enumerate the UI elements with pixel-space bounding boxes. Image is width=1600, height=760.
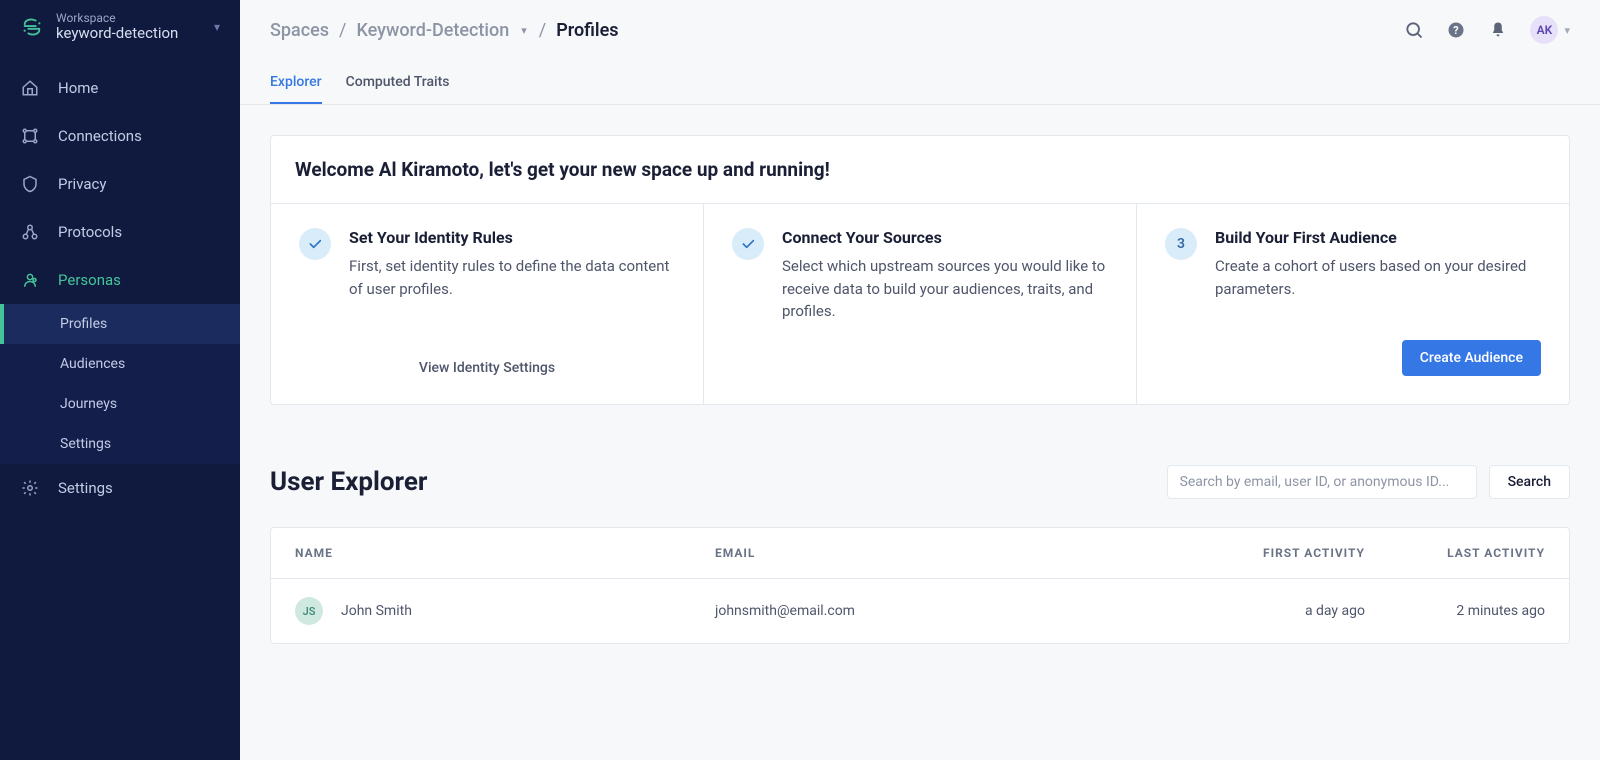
tab-explorer[interactable]: Explorer	[270, 66, 322, 104]
protocols-icon	[20, 222, 40, 242]
workspace-text: Workspace keyword-detection	[56, 12, 202, 42]
header-actions: ? AK ▾	[1404, 16, 1570, 44]
col-header-name: NAME	[295, 546, 715, 560]
sidebar-item-label: Home	[58, 79, 98, 97]
breadcrumb-sep: /	[339, 20, 346, 41]
chevron-down-icon: ▾	[1564, 24, 1570, 37]
breadcrumb-spaces[interactable]: Spaces	[270, 20, 329, 41]
col-header-email: EMAIL	[715, 546, 1185, 560]
last-activity: 2 minutes ago	[1365, 603, 1545, 619]
search-icon[interactable]	[1404, 20, 1424, 40]
sidebar-item-connections[interactable]: Connections	[0, 112, 240, 160]
main: Spaces / Keyword-Detection ▾ / Profiles …	[240, 0, 1600, 760]
search-button[interactable]: Search	[1489, 465, 1570, 499]
search-row: Search	[1167, 465, 1570, 499]
segment-logo-icon	[20, 15, 44, 39]
first-activity: a day ago	[1185, 603, 1365, 619]
sidebar-item-settings[interactable]: Settings	[0, 464, 240, 512]
step-title: Set Your Identity Rules	[349, 228, 675, 247]
step-desc: Select which upstream sources you would …	[782, 255, 1108, 323]
sidebar-item-home[interactable]: Home	[0, 64, 240, 112]
subnav-item-audiences[interactable]: Audiences	[0, 344, 240, 384]
sidebar-item-privacy[interactable]: Privacy	[0, 160, 240, 208]
chevron-down-icon: ▾	[214, 20, 220, 34]
sidebar-item-label: Personas	[58, 271, 121, 289]
chevron-down-icon[interactable]: ▾	[519, 24, 529, 37]
breadcrumb-sep: /	[539, 20, 546, 41]
breadcrumb-space[interactable]: Keyword-Detection	[356, 20, 509, 41]
sidebar-item-label: Connections	[58, 127, 142, 145]
step-title: Build Your First Audience	[1215, 228, 1541, 247]
subnav-item-journeys[interactable]: Journeys	[0, 384, 240, 424]
user-email: johnsmith@email.com	[715, 603, 1185, 619]
create-audience-button[interactable]: Create Audience	[1402, 340, 1541, 376]
welcome-title: Welcome Al Kiramoto, let's get your new …	[271, 136, 1569, 203]
user-menu[interactable]: AK ▾	[1530, 16, 1570, 44]
sidebar-item-protocols[interactable]: Protocols	[0, 208, 240, 256]
setup-steps: Set Your Identity Rules First, set ident…	[271, 203, 1569, 404]
subnav-item-profiles[interactable]: Profiles	[0, 304, 240, 344]
view-identity-settings-button[interactable]: View Identity Settings	[419, 360, 555, 376]
user-explorer-title: User Explorer	[270, 467, 1167, 497]
subnav-label: Audiences	[60, 356, 125, 372]
sidebar-item-label: Settings	[58, 479, 113, 497]
welcome-card: Welcome Al Kiramoto, let's get your new …	[270, 135, 1570, 405]
col-header-first: FIRST ACTIVITY	[1185, 546, 1365, 560]
svg-text:?: ?	[1454, 24, 1459, 37]
setup-step-sources: Connect Your Sources Select which upstre…	[704, 204, 1137, 404]
table-row[interactable]: JS John Smith johnsmith@email.com a day …	[271, 579, 1569, 643]
step-number-badge: 3	[1165, 228, 1197, 260]
tabs: Explorer Computed Traits	[270, 66, 1570, 104]
user-initials-badge: JS	[295, 597, 323, 625]
content: Welcome Al Kiramoto, let's get your new …	[240, 105, 1600, 674]
connections-icon	[20, 126, 40, 146]
personas-icon	[20, 270, 40, 290]
breadcrumb-current: Profiles	[556, 20, 618, 41]
table-header: NAME EMAIL FIRST ACTIVITY LAST ACTIVITY	[271, 528, 1569, 579]
user-search-input[interactable]	[1167, 465, 1477, 499]
step-desc: First, set identity rules to define the …	[349, 255, 675, 300]
check-icon	[299, 228, 331, 260]
personas-subnav: Profiles Audiences Journeys Settings	[0, 304, 240, 464]
col-header-last: LAST ACTIVITY	[1365, 546, 1545, 560]
user-name: John Smith	[341, 603, 412, 619]
shield-icon	[20, 174, 40, 194]
subnav-label: Profiles	[60, 316, 107, 332]
bell-icon[interactable]	[1488, 20, 1508, 40]
header: Spaces / Keyword-Detection ▾ / Profiles …	[240, 0, 1600, 105]
sidebar: Workspace keyword-detection ▾ Home Conne…	[0, 0, 240, 760]
home-icon	[20, 78, 40, 98]
tab-label: Explorer	[270, 74, 322, 90]
workspace-switcher[interactable]: Workspace keyword-detection ▾	[0, 0, 240, 56]
tab-computed-traits[interactable]: Computed Traits	[346, 66, 450, 104]
help-icon[interactable]: ?	[1446, 20, 1466, 40]
avatar-initials: AK	[1537, 23, 1553, 37]
check-icon	[732, 228, 764, 260]
sidebar-item-personas[interactable]: Personas	[0, 256, 240, 304]
subnav-label: Journeys	[60, 396, 117, 412]
breadcrumb: Spaces / Keyword-Detection ▾ / Profiles	[270, 20, 619, 41]
setup-step-identity: Set Your Identity Rules First, set ident…	[271, 204, 704, 404]
tab-label: Computed Traits	[346, 74, 450, 90]
users-table: NAME EMAIL FIRST ACTIVITY LAST ACTIVITY …	[270, 527, 1570, 644]
step-desc: Create a cohort of users based on your d…	[1215, 255, 1541, 300]
user-initials: JS	[303, 605, 316, 618]
primary-nav: Home Connections Privacy Protocols	[0, 56, 240, 512]
step-number: 3	[1177, 236, 1185, 252]
gear-icon	[20, 478, 40, 498]
workspace-name: keyword-detection	[56, 25, 202, 42]
setup-step-audience: 3 Build Your First Audience Create a coh…	[1137, 204, 1569, 404]
subnav-label: Settings	[60, 436, 111, 452]
step-title: Connect Your Sources	[782, 228, 1108, 247]
sidebar-item-label: Privacy	[58, 175, 106, 193]
user-explorer-header: User Explorer Search	[270, 465, 1570, 499]
subnav-item-settings[interactable]: Settings	[0, 424, 240, 464]
sidebar-item-label: Protocols	[58, 223, 122, 241]
avatar: AK	[1530, 16, 1558, 44]
